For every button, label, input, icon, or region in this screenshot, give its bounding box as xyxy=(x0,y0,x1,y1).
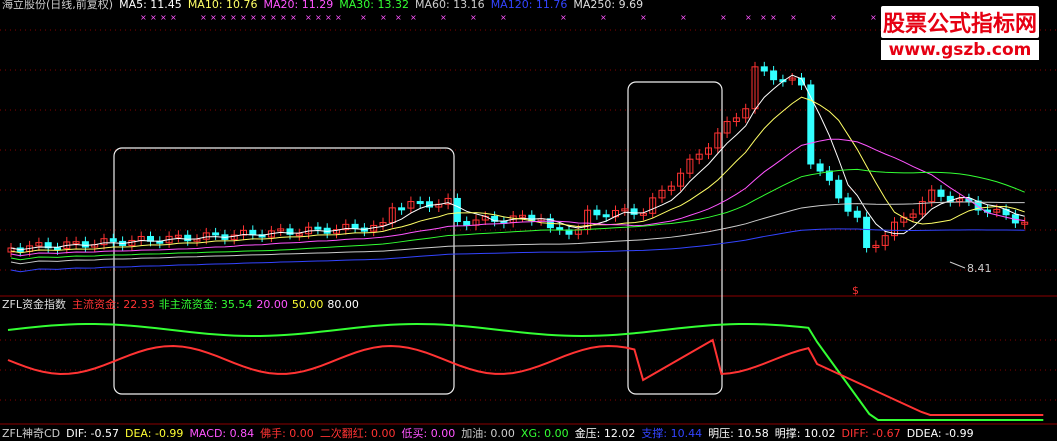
candle-81 xyxy=(760,66,768,72)
watermark-cn: 股票公式指标网 xyxy=(880,6,1039,38)
chart-title: 海立股份(日线,前复权) xyxy=(2,0,114,11)
ma-legend: MA5: 11.45 MA10: 10.76 MA20: 11.29 MA30: 13… xyxy=(119,0,643,12)
candle-82 xyxy=(770,70,778,81)
candle-59 xyxy=(556,227,564,231)
marker-x-16: × xyxy=(325,13,332,22)
ma-label-2: MA20: 11.29 xyxy=(263,0,334,11)
candle-33 xyxy=(314,226,322,230)
marker-x-12: × xyxy=(280,13,287,22)
candle-91 xyxy=(853,210,861,218)
highlight-box-1 xyxy=(113,147,455,395)
marker-x-30: × xyxy=(745,13,752,22)
watermark-logo: 股票公式指标网 www.gszb.com xyxy=(880,6,1039,60)
candle-64 xyxy=(602,214,610,218)
candle-89 xyxy=(835,179,843,199)
candle-87 xyxy=(816,163,824,172)
ma-label-6: MA250: 9.69 xyxy=(573,0,644,11)
marker-x-7: × xyxy=(230,13,237,22)
indicator-legend: 主流资金: 22.33 非主流资金: 35.54 20.00 50.00 80.00 xyxy=(72,298,359,312)
stock-chart-canvas[interactable]: ××××××××××××××××××××××××××××××××××××××8.… xyxy=(0,0,1057,439)
indicator-green-line xyxy=(7,323,1044,421)
marker-x-2: × xyxy=(160,13,167,22)
candle-19 xyxy=(184,234,192,242)
candle-5 xyxy=(54,247,61,251)
highlight-box-2 xyxy=(627,81,723,395)
low-price-label: 8.41 xyxy=(967,262,992,275)
ma-label-3: MA30: 13.32 xyxy=(339,0,409,11)
marker-x-1: × xyxy=(150,13,157,22)
marker-x-15: × xyxy=(315,13,322,22)
marker-x-14: × xyxy=(305,13,312,22)
marker-x-8: × xyxy=(240,13,247,22)
marker-x-24: × xyxy=(500,13,507,22)
indicator-value-0: 主流资金: 22.33 xyxy=(72,298,155,311)
marker-x-5: × xyxy=(210,13,217,22)
marker-x-13: × xyxy=(290,13,297,22)
ma-line-2 xyxy=(10,138,1025,257)
marker-x-21: × xyxy=(410,13,417,22)
marker-x-19: × xyxy=(380,13,387,22)
candle-100 xyxy=(937,189,945,197)
marker-x-35: × xyxy=(870,13,877,22)
marker-x-4: × xyxy=(200,13,207,22)
ma-line-4 xyxy=(10,201,1025,265)
ma-label-4: MA60: 13.16 xyxy=(414,0,485,11)
marker-x-28: × xyxy=(680,13,687,22)
ma-line-0 xyxy=(10,74,1025,251)
candle-42 xyxy=(398,207,406,211)
marker-x-6: × xyxy=(220,13,227,22)
ma-label-0: MA5: 11.45 xyxy=(119,0,182,11)
marker-x-34: × xyxy=(830,13,837,22)
low-price-pointer xyxy=(949,261,966,269)
indicator-header: ZFL资金指数 主流资金: 22.33 非主流资金: 35.54 20.00 50.0… xyxy=(2,298,359,312)
watermark-url: www.gszb.com xyxy=(880,40,1039,60)
marker-x-27: × xyxy=(640,13,647,22)
indicator-value-1: 非主流资金: 35.54 xyxy=(158,298,253,311)
indicator-value-2: 20.00 xyxy=(256,298,288,311)
candle-44 xyxy=(416,201,424,205)
marker-x-0: × xyxy=(140,13,147,22)
candle-48 xyxy=(453,197,461,222)
candle-37 xyxy=(351,223,359,229)
indicator-red-line xyxy=(7,338,1044,416)
indicator-name: ZFL资金指数 xyxy=(2,298,66,311)
marker-x-22: × xyxy=(440,13,447,22)
marker-x-17: × xyxy=(335,13,342,22)
candle-49 xyxy=(463,220,471,226)
marker-x-32: × xyxy=(770,13,777,22)
candle-26 xyxy=(249,229,257,236)
candle-22 xyxy=(212,232,220,236)
marker-x-3: × xyxy=(170,13,177,22)
marker-x-33: × xyxy=(790,13,797,22)
marker-x-23: × xyxy=(470,13,477,22)
marker-x-20: × xyxy=(395,13,402,22)
marker-x-29: × xyxy=(720,13,727,22)
marker-x-10: × xyxy=(260,13,267,22)
main-header: 海立股份(日线,前复权) MA5: 11.45 MA10: 10.76 MA20: … xyxy=(2,0,643,12)
ma-label-5: MA120: 11.76 xyxy=(490,0,568,11)
ma-label-1: MA10: 10.76 xyxy=(187,0,258,11)
marker-x-25: × xyxy=(560,13,567,22)
candle-90 xyxy=(844,197,852,212)
indicator-value-4: 80.00 xyxy=(327,298,359,311)
marker-x-31: × xyxy=(760,13,767,22)
indicator-value-3: 50.00 xyxy=(291,298,324,311)
panel-marker: $ xyxy=(852,284,859,297)
marker-x-11: × xyxy=(270,13,277,22)
marker-x-26: × xyxy=(600,13,607,22)
marker-x-9: × xyxy=(250,13,257,22)
candle-8 xyxy=(81,241,89,248)
marker-x-18: × xyxy=(360,13,367,22)
candle-63 xyxy=(593,209,601,216)
ma-line-5 xyxy=(10,228,1025,273)
candle-92 xyxy=(863,216,871,248)
candle-11 xyxy=(109,238,117,242)
